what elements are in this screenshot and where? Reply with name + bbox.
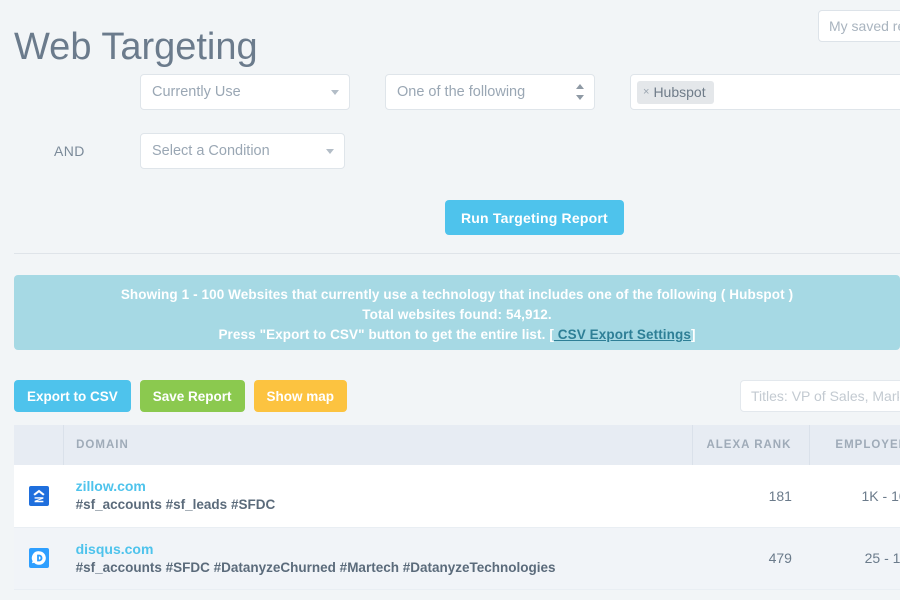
table-row[interactable]: disqus.com #sf_accounts #SFDC #DatanyzeC… bbox=[14, 527, 900, 590]
close-icon[interactable]: × bbox=[643, 86, 649, 98]
disqus-favicon-icon bbox=[28, 548, 49, 568]
table-row[interactable]: zillow.com #sf_accounts #sf_leads #SFDC … bbox=[14, 465, 900, 528]
cell-favicon bbox=[14, 465, 64, 528]
column-header-alexa-rank[interactable]: ALEXA RANK bbox=[692, 425, 811, 465]
domain-link[interactable]: zillow.com bbox=[76, 477, 680, 495]
page-title: Web Targeting bbox=[14, 26, 258, 69]
match-type-value: One of the following bbox=[397, 84, 526, 100]
run-targeting-report-button[interactable]: Run Targeting Report bbox=[445, 200, 624, 235]
results-table-body: zillow.com #sf_accounts #sf_leads #SFDC … bbox=[14, 465, 900, 590]
saved-reports-label: My saved reports bbox=[829, 18, 900, 34]
chevron-down-icon bbox=[331, 90, 339, 95]
export-to-csv-button[interactable]: Export to CSV bbox=[14, 380, 131, 412]
results-summary-banner: Showing 1 - 100 Websites that currently … bbox=[14, 275, 900, 350]
second-condition-value: Select a Condition bbox=[152, 143, 270, 159]
web-targeting-page: Web Targeting My saved reports Currently… bbox=[0, 0, 900, 600]
cell-alexa-rank: 181 bbox=[692, 465, 810, 528]
results-action-bar: Export to CSV Save Report Show map bbox=[14, 380, 356, 412]
column-header-employees[interactable]: EMPLOYEES bbox=[809, 425, 900, 465]
column-header-icon[interactable] bbox=[14, 425, 65, 465]
banner-export-suffix: ] bbox=[690, 327, 696, 342]
domain-link[interactable]: disqus.com bbox=[76, 540, 680, 558]
results-table-head: DOMAIN ALEXA RANK EMPLOYEES bbox=[14, 425, 900, 465]
results-table: DOMAIN ALEXA RANK EMPLOYEES zi bbox=[14, 425, 900, 590]
tag-chip-label: Hubspot bbox=[653, 84, 706, 100]
save-report-button[interactable]: Save Report bbox=[139, 380, 245, 412]
domain-tags: #sf_accounts #sf_leads #SFDC bbox=[75, 497, 276, 513]
second-condition-select[interactable]: Select a Condition bbox=[140, 133, 345, 169]
show-map-button[interactable]: Show map bbox=[253, 380, 348, 412]
match-type-select[interactable]: One of the following bbox=[385, 74, 595, 110]
section-divider bbox=[14, 253, 900, 254]
stepper-updown-icon bbox=[576, 84, 584, 100]
chevron-down-icon bbox=[326, 149, 334, 154]
banner-line-export: Press "Export to CSV" button to get the … bbox=[14, 325, 900, 345]
cell-employees: 1K - 10K bbox=[809, 465, 900, 528]
cell-alexa-rank: 479 bbox=[692, 527, 810, 590]
titles-search-input[interactable] bbox=[740, 380, 900, 412]
domain-tags: #sf_accounts #SFDC #DatanyzeChurned #Mar… bbox=[75, 559, 556, 575]
filter-row-primary: Currently Use One of the following × Hub… bbox=[0, 74, 900, 110]
banner-export-prefix: Press "Export to CSV" button to get the … bbox=[218, 327, 554, 342]
cell-domain: disqus.com #sf_accounts #SFDC #DatanyzeC… bbox=[63, 527, 693, 590]
condition-type-value: Currently Use bbox=[152, 84, 241, 100]
saved-reports-dropdown[interactable]: My saved reports bbox=[818, 10, 900, 42]
zillow-favicon-icon bbox=[28, 485, 49, 506]
banner-line-total: Total websites found: 54,912. bbox=[362, 307, 552, 322]
cell-favicon bbox=[14, 527, 64, 590]
banner-line-showing: Showing 1 - 100 Websites that currently … bbox=[120, 287, 794, 302]
cell-employees: 25 - 100 bbox=[809, 527, 900, 590]
technology-tag-input[interactable]: × Hubspot bbox=[630, 74, 900, 110]
table-header-row: DOMAIN ALEXA RANK EMPLOYEES bbox=[14, 425, 900, 465]
tag-chip-hubspot[interactable]: × Hubspot bbox=[637, 80, 714, 104]
filter-row-secondary: AND Select a Condition bbox=[0, 133, 345, 169]
column-header-domain[interactable]: DOMAIN bbox=[63, 425, 693, 465]
condition-type-select[interactable]: Currently Use bbox=[140, 74, 350, 110]
cell-domain: zillow.com #sf_accounts #sf_leads #SFDC bbox=[63, 465, 693, 528]
csv-export-settings-link[interactable]: CSV Export Settings bbox=[554, 327, 691, 342]
conjunction-label: AND bbox=[54, 143, 85, 159]
